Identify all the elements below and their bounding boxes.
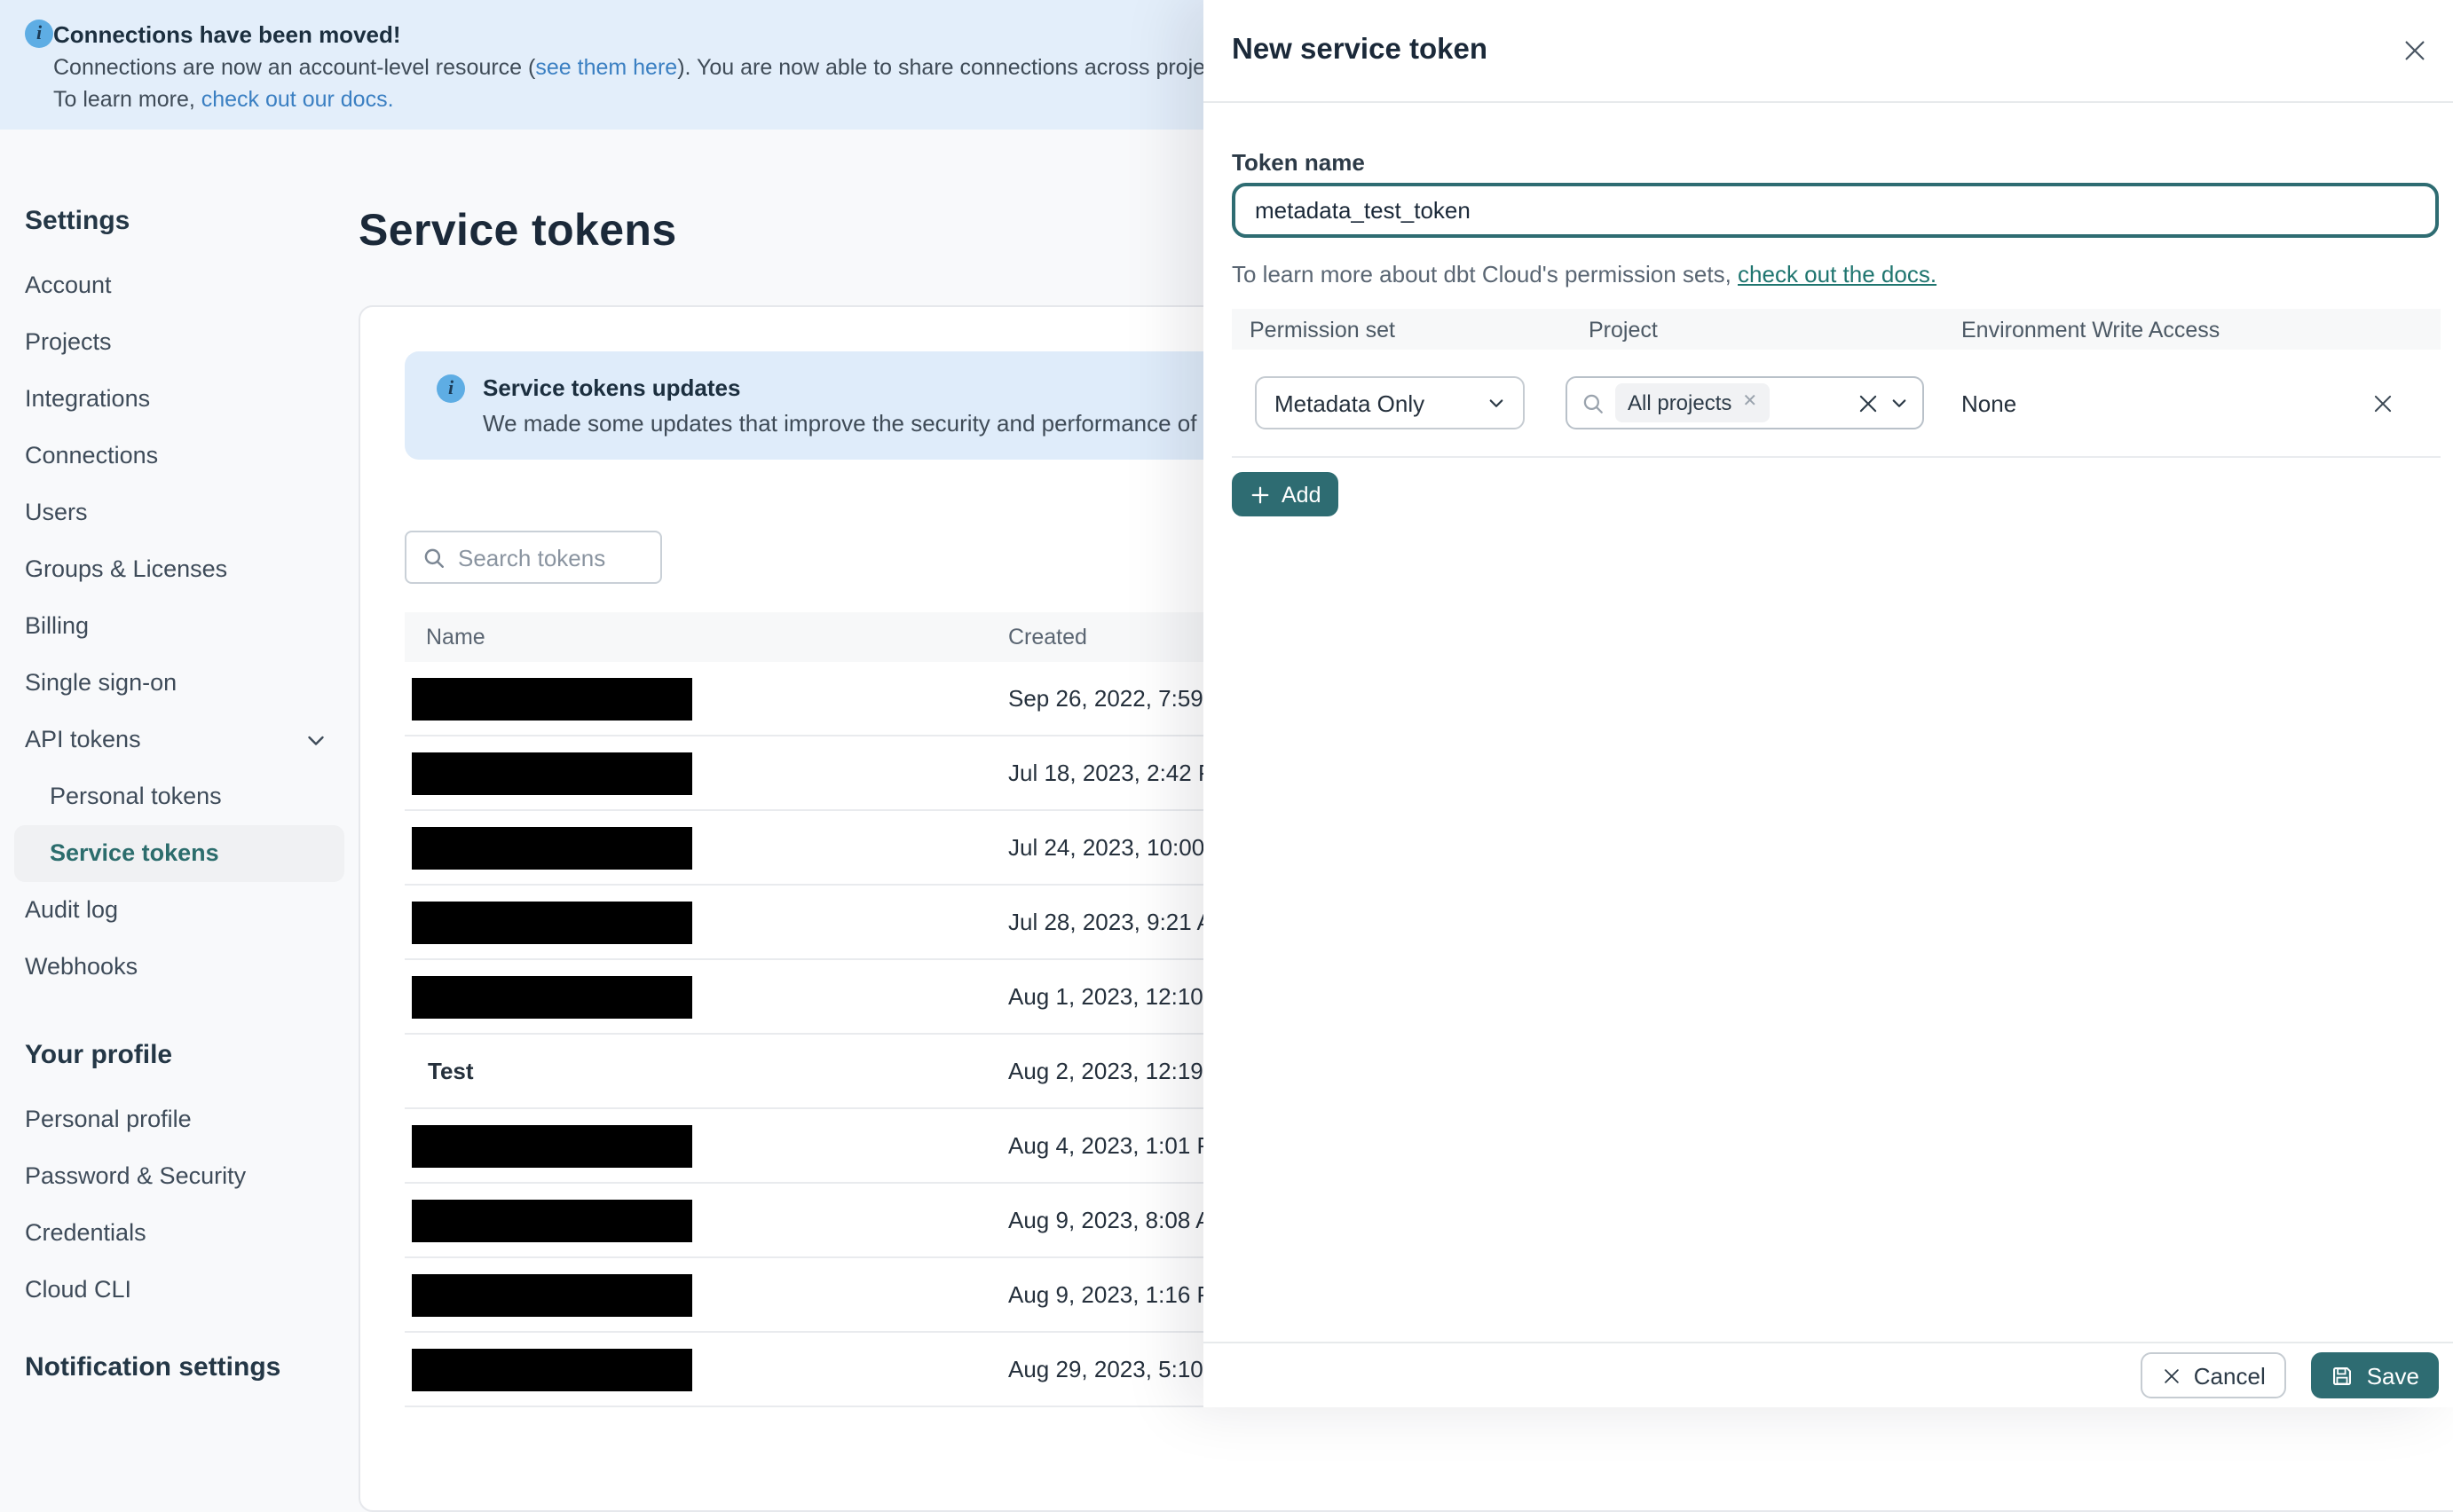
project-chip-label: All projects [1628, 390, 1732, 415]
token-name-input[interactable] [1232, 183, 2439, 238]
token-name-label: Token name [1232, 149, 1365, 176]
sidebar-item-personal-profile[interactable]: Personal profile [25, 1091, 344, 1148]
drawer-header: New service token [1203, 0, 2453, 103]
permission-set-value: Metadata Only [1274, 390, 1425, 416]
permission-set-select[interactable]: Metadata Only [1255, 376, 1525, 429]
token-name-cell [405, 752, 1008, 794]
redacted-token-name [412, 752, 692, 794]
sidebar-item-webhooks[interactable]: Webhooks [25, 939, 344, 996]
token-name-cell [405, 901, 1008, 943]
permission-set-cell: Metadata Only [1232, 376, 1571, 429]
chevron-down-icon [1487, 394, 1505, 412]
token-name-cell: Test [405, 1058, 1008, 1084]
sidebar-item-single-sign-on[interactable]: Single sign-on [25, 655, 344, 712]
remove-row-icon[interactable] [2371, 391, 2394, 414]
cancel-button[interactable]: Cancel [2140, 1352, 2287, 1398]
token-name-cell [405, 1348, 1008, 1390]
check-our-docs-link[interactable]: check out our docs. [201, 87, 394, 112]
token-name-cell [405, 677, 1008, 720]
chip-remove-icon[interactable]: ✕ [1742, 393, 1757, 412]
help-text: To learn more about dbt Cloud's permissi… [1232, 261, 1739, 287]
info-icon: i [25, 20, 53, 48]
sidebar-heading-notification-settings: Notification settings [25, 1352, 281, 1382]
plus-icon [1250, 484, 1271, 505]
chevron-down-icon[interactable] [1890, 394, 1908, 412]
sidebar-item-service-tokens[interactable]: Service tokens [14, 825, 344, 882]
save-disk-icon [2331, 1364, 2354, 1387]
column-header-project: Project [1589, 317, 1658, 342]
new-service-token-drawer: New service token Token name To learn mo… [1203, 0, 2453, 1407]
settings-sidebar: Settings Account Projects Integrations C… [0, 130, 357, 1407]
close-icon [2162, 1366, 2181, 1385]
drawer-title: New service token [1232, 34, 1487, 66]
banner-title: Connections have been moved! [53, 21, 401, 48]
add-button-label: Add [1282, 482, 1321, 507]
search-icon [1581, 391, 1605, 414]
column-header-name: Name [426, 625, 485, 650]
dbt-cloud-settings-page: i Connections have been moved! Connectio… [0, 0, 2453, 1512]
token-name-cell [405, 975, 1008, 1018]
save-button-label: Save [2366, 1362, 2419, 1389]
search-icon [422, 546, 446, 569]
sidebar-item-cloud-cli[interactable]: Cloud CLI [25, 1262, 344, 1319]
redacted-token-name [412, 826, 692, 869]
project-multiselect[interactable]: All projects ✕ [1566, 376, 1924, 429]
sidebar-item-api-tokens[interactable]: API tokens [25, 712, 344, 768]
see-them-here-link[interactable]: see them here [535, 55, 677, 80]
sidebar-item-connections[interactable]: Connections [25, 428, 344, 484]
token-name-cell [405, 1273, 1008, 1316]
token-name: Test [428, 1058, 474, 1084]
page-title: Service tokens [359, 206, 677, 256]
save-button[interactable]: Save [2311, 1352, 2439, 1398]
token-name-cell [405, 1124, 1008, 1167]
permissions-table-header: Permission set Project Environment Write… [1232, 309, 2441, 350]
project-chip[interactable]: All projects ✕ [1615, 383, 1771, 422]
search-tokens-box [405, 531, 662, 584]
column-header-environment-write-access: Environment Write Access [1961, 317, 2220, 342]
search-tokens-input[interactable] [458, 544, 644, 571]
banner-body-line2: To learn more, check out our docs. [53, 87, 394, 112]
permission-sets-help: To learn more about dbt Cloud's permissi… [1232, 261, 1936, 287]
sidebar-item-projects[interactable]: Projects [25, 314, 344, 371]
write-access-cell: None [1961, 390, 2017, 416]
redacted-token-name [412, 1273, 692, 1316]
sidebar-item-label: API tokens [25, 726, 141, 752]
close-icon[interactable] [2402, 37, 2428, 64]
add-permission-button[interactable]: Add [1232, 472, 1339, 516]
sidebar-item-personal-tokens[interactable]: Personal tokens [25, 768, 344, 825]
project-cell: All projects ✕ [1566, 376, 1944, 429]
notice-title: Service tokens updates [483, 374, 741, 401]
redacted-token-name [412, 1199, 692, 1241]
sidebar-heading-your-profile: Your profile [25, 1040, 173, 1070]
redacted-token-name [412, 975, 692, 1018]
sidebar-item-audit-log[interactable]: Audit log [25, 882, 344, 939]
drawer-footer: Cancel Save [1203, 1342, 2453, 1407]
sidebar-item-integrations[interactable]: Integrations [25, 371, 344, 428]
redacted-token-name [412, 1348, 692, 1390]
sidebar-heading-settings: Settings [25, 206, 130, 236]
sidebar-item-credentials[interactable]: Credentials [25, 1205, 344, 1262]
token-name-cell [405, 1199, 1008, 1241]
chevron-down-icon [305, 729, 327, 751]
cancel-button-label: Cancel [2193, 1362, 2266, 1389]
sidebar-item-groups-licenses[interactable]: Groups & Licenses [25, 541, 344, 598]
clear-selection-icon[interactable] [1857, 391, 1880, 414]
banner-text: To learn more, [53, 87, 201, 112]
redacted-token-name [412, 1124, 692, 1167]
token-name-cell [405, 826, 1008, 869]
check-the-docs-link[interactable]: check out the docs. [1738, 261, 1936, 287]
column-header-permission-set: Permission set [1250, 317, 1395, 342]
sidebar-item-billing[interactable]: Billing [25, 598, 344, 655]
sidebar-item-password-security[interactable]: Password & Security [25, 1148, 344, 1205]
redacted-token-name [412, 677, 692, 720]
sidebar-item-users[interactable]: Users [25, 484, 344, 541]
permission-row: Metadata Only All projects ✕ None [1232, 350, 2441, 458]
info-icon: i [437, 374, 465, 403]
redacted-token-name [412, 901, 692, 943]
banner-text: Connections are now an account-level res… [53, 55, 536, 80]
row-actions-cell [2370, 391, 2441, 414]
sidebar-item-account[interactable]: Account [25, 257, 344, 314]
